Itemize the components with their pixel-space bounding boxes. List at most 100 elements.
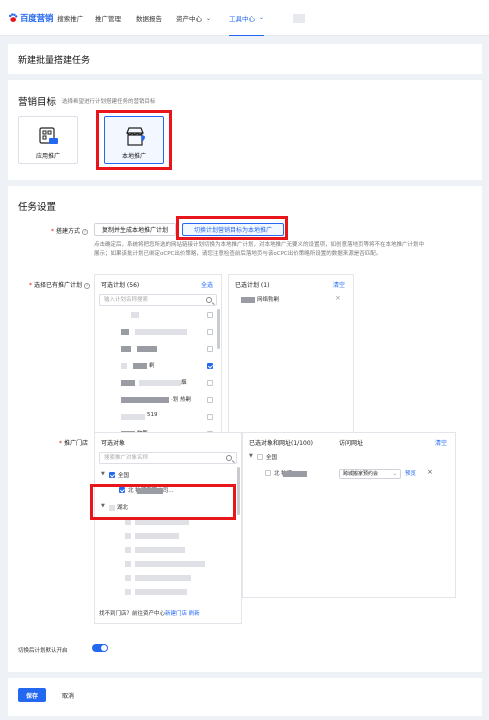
caret-down-icon: ▼ xyxy=(249,453,253,459)
refresh-link[interactable]: 刷新 xyxy=(189,611,200,617)
nav-asset-center[interactable]: 资产中心 ⌄ xyxy=(176,0,211,36)
redacted-text xyxy=(241,297,255,303)
switch-label: 切换后计划默认开启 xyxy=(18,648,68,654)
nav-label: 工具中心 xyxy=(229,14,255,23)
nav-data-report[interactable]: 数据报告 xyxy=(136,0,162,36)
redacted-text xyxy=(121,329,129,335)
redacted-text xyxy=(135,533,179,539)
tree-checkbox-checked[interactable] xyxy=(109,472,115,478)
plan-checkbox[interactable] xyxy=(207,380,213,386)
redacted-text xyxy=(121,380,135,386)
visit-url-select[interactable]: 跨城搬家预约会 ⌄ xyxy=(339,469,401,479)
new-store-link[interactable]: 新建门店 xyxy=(165,611,187,617)
plan-name: ·划 热剿 xyxy=(171,397,191,403)
plan-checkbox[interactable] xyxy=(207,312,213,318)
paw-logo-icon xyxy=(9,13,18,22)
highlight-box xyxy=(90,484,236,520)
list-item[interactable] xyxy=(95,327,219,337)
plan-checkbox-checked[interactable] xyxy=(207,363,213,369)
scrollbar[interactable] xyxy=(217,309,220,349)
task-settings-card: 任务设置 * 搭建方式? 复制并生成本地推广计划 切换计划营销目标为本地推广 点击… xyxy=(8,186,482,672)
select-all-link[interactable]: 全选 xyxy=(201,280,213,289)
tree-node-label: 全国 xyxy=(118,473,130,479)
search-placeholder: 输入计划名称搜索 xyxy=(104,297,149,303)
caret-down-icon: ▼ xyxy=(101,471,105,477)
redacted-text xyxy=(283,471,307,477)
button-label: 复制并生成本地推广计划 xyxy=(101,227,168,234)
plan-checkbox[interactable] xyxy=(207,397,213,403)
label-text: 推广门店 xyxy=(63,440,88,447)
app-icon xyxy=(39,127,58,144)
goal-option-app-promotion[interactable]: 应用推广 xyxy=(18,116,78,164)
user-avatar[interactable] xyxy=(293,14,305,23)
plan-name: 剃 xyxy=(149,363,155,369)
remove-icon[interactable]: × xyxy=(335,294,341,302)
required-mark: * xyxy=(50,228,54,235)
plan-checkbox[interactable] xyxy=(207,414,213,420)
baidu-marketing-logo[interactable]: 百度营销 搜索推广 xyxy=(8,12,83,24)
chevron-down-icon: ⌄ xyxy=(206,14,212,22)
list-item[interactable] xyxy=(95,344,219,354)
list-item[interactable]: ·划 热剿 xyxy=(95,395,219,405)
brand-name: 百度营销 xyxy=(20,14,54,24)
clear-selected-objects-link[interactable]: 清空 xyxy=(435,438,447,447)
list-item[interactable]: 烟 xyxy=(95,378,219,388)
redacted-text xyxy=(125,589,131,595)
save-button[interactable]: 保存 xyxy=(18,688,46,702)
tree-checkbox[interactable] xyxy=(265,470,271,476)
tree-checkbox[interactable] xyxy=(257,454,263,460)
required-mark: * xyxy=(58,440,62,447)
remove-icon[interactable]: × xyxy=(427,468,433,476)
select-value: 跨城搬家预约会 xyxy=(343,471,379,477)
preview-link[interactable]: 预览 xyxy=(405,469,416,477)
nav-tool-center[interactable]: 工具中心 ⌄ xyxy=(229,0,265,36)
tree-node-nationwide[interactable]: ▼ 全国 xyxy=(101,471,231,481)
scrollbar[interactable] xyxy=(237,467,240,515)
available-objects-title: 可选对象 xyxy=(101,440,126,447)
search-icon xyxy=(206,297,212,303)
copy-generate-local-plan-button[interactable]: 复制并生成本地推广计划 xyxy=(94,223,176,236)
store-footer: 找不到门店？前往资产中心新建门店 刷新 xyxy=(99,609,239,619)
highlight-box xyxy=(96,110,172,170)
nav-label: 资产中心 xyxy=(176,15,202,23)
clear-selected-plans-link[interactable]: 清空 xyxy=(333,280,345,289)
brand-subtitle: 搜索推广 xyxy=(57,15,84,23)
label-text: 选择已有推广计划 xyxy=(33,282,82,289)
task-settings-title: 任务设置 xyxy=(18,202,57,213)
nav-label: 推广管理 xyxy=(95,15,121,23)
marketing-goal-desc: 选择希望进行计划搭建任务的营销目标 xyxy=(62,99,156,105)
search-placeholder: 搜索推广对象名称 xyxy=(104,455,149,461)
redacted-text xyxy=(125,561,131,567)
selected-plans-count: 已选计划 (1) xyxy=(235,282,270,289)
redacted-text xyxy=(135,589,187,595)
redacted-text xyxy=(121,346,131,352)
list-item[interactable] xyxy=(95,310,219,320)
redacted-text xyxy=(135,547,185,553)
selected-objects-count: 已选对象和网址(1/100) xyxy=(249,440,313,447)
redacted-text xyxy=(125,575,131,581)
required-mark: * xyxy=(28,282,32,289)
list-item[interactable]: 剃 xyxy=(95,361,219,371)
redacted-text xyxy=(137,346,157,352)
help-icon[interactable]: ? xyxy=(82,228,88,235)
tree-node-nationwide[interactable]: ▼ 全国 xyxy=(249,453,449,463)
nav-promotion-management[interactable]: 推广管理 xyxy=(95,0,121,36)
selected-store-row: 北 物流... 跨城搬家预约会 ⌄ 预览 × xyxy=(249,468,449,479)
help-icon[interactable]: ? xyxy=(84,282,90,289)
list-item[interactable]: 519 xyxy=(95,412,219,422)
plan-search-input[interactable]: 输入计划名称搜索 xyxy=(99,294,217,306)
redacted-text xyxy=(121,414,145,420)
select-plan-label: * 选择已有推广计划? xyxy=(10,280,90,289)
chevron-down-icon: ⌄ xyxy=(392,471,397,477)
chevron-down-icon: ⌄ xyxy=(259,14,265,21)
redacted-text xyxy=(121,363,127,369)
object-search-input[interactable]: 搜索推广对象名称 xyxy=(99,452,237,464)
default-on-switch-label: 切换后计划默认开启 xyxy=(18,646,98,656)
plan-checkbox[interactable] xyxy=(207,329,213,335)
build-method-hint: 点击确定后，系统将把您所选的网站链接计划切换为本地推广计划，对本地推广无要义的设… xyxy=(94,241,479,259)
plan-checkbox[interactable] xyxy=(207,346,213,352)
redacted-text xyxy=(135,575,191,581)
cancel-button[interactable]: 取消 xyxy=(54,688,82,702)
default-on-toggle[interactable] xyxy=(92,644,108,652)
visit-url-column: 访问网址 xyxy=(339,440,364,447)
